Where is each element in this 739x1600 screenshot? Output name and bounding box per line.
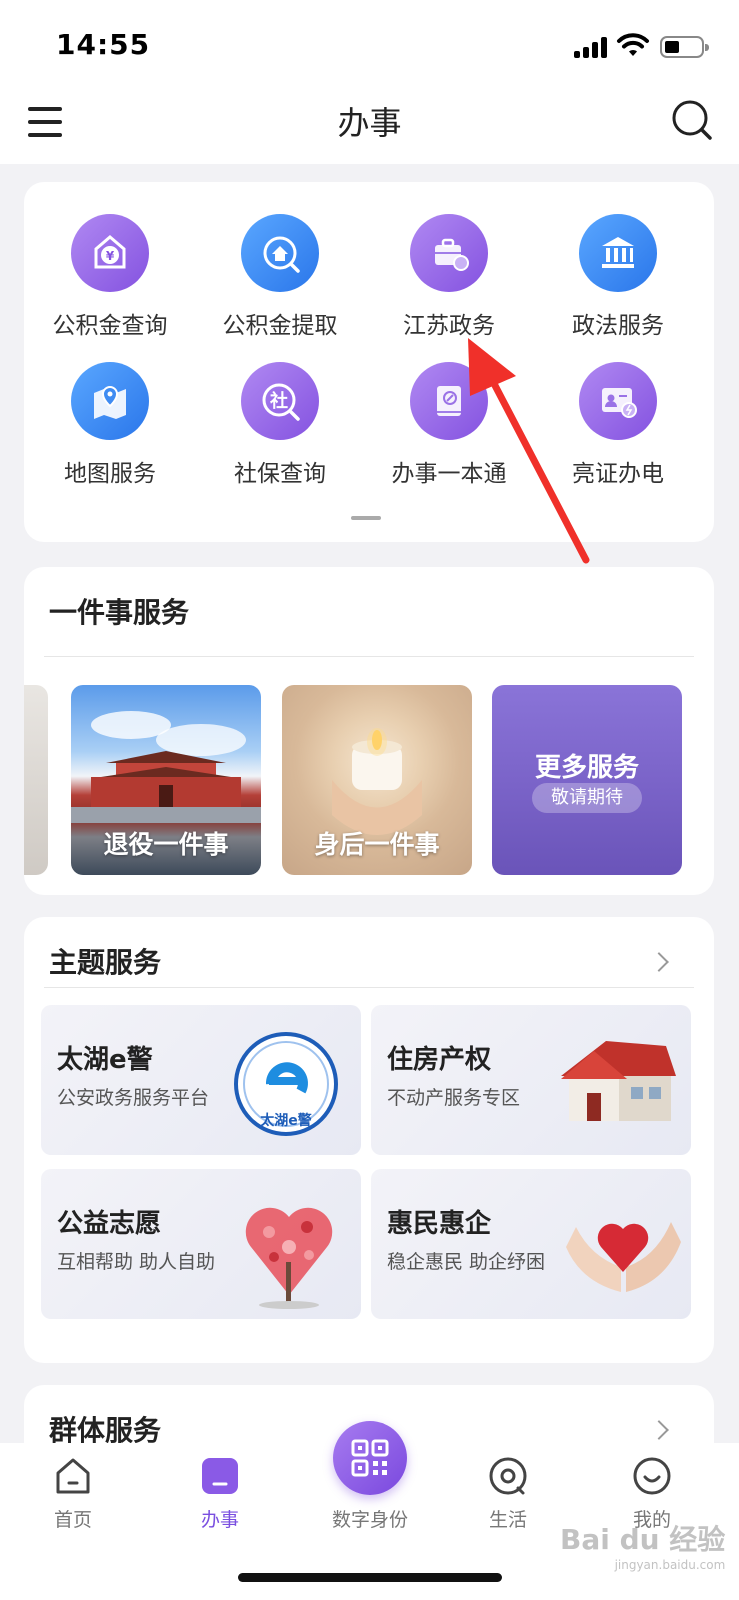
tab-label: 数字身份 [331,1509,408,1531]
tile-partial[interactable] [24,685,48,875]
grid-item-social-security[interactable]: 社 社保查询 [194,354,366,494]
courthouse-icon [579,214,657,292]
theme-tile-subtitle: 互相帮助 助人自助 [57,1251,216,1273]
taihu-police-badge-icon: 太湖e警 [234,1032,338,1136]
status-time: 14:55 [56,28,151,61]
heart-tree-icon [245,1207,333,1309]
tab-home[interactable]: 首页 [23,1455,123,1532]
tile-veteran-affairs[interactable]: 退役一件事 [71,685,261,875]
quick-services-card: ¥ 公积金查询 公积金提取 江苏政务 政法服务 地图服务 社 社保查询 办事一本… [24,182,714,542]
svg-text:社: 社 [270,390,288,412]
profile-smile-icon [633,1457,671,1495]
grid-item-label: 公积金查询 [52,313,168,339]
hands-heart-icon [566,1222,681,1292]
grid-item-jiangsu-gov[interactable]: 江苏政务 [363,206,535,346]
id-card-icon [579,362,657,440]
house-icon [561,1041,676,1121]
divider [44,656,694,657]
grid-item-map-service[interactable]: 地图服务 [24,354,196,494]
page-title: 办事 [337,104,402,142]
tab-digital-id[interactable] [333,1421,407,1495]
battery-icon [660,36,709,58]
fund-withdraw-icon [241,214,319,292]
one-thing-services-card: 一件事服务 退役一件事 身后一件事 更多服务 敬请期待 [24,567,714,895]
tile-more-services[interactable]: 更多服务 敬请期待 [492,685,682,875]
grid-item-fund-withdraw[interactable]: 公积金提取 [194,206,366,346]
svg-text:¥: ¥ [106,249,115,263]
grid-item-fund-query[interactable]: ¥ 公积金查询 [24,206,196,346]
map-pin-icon [71,362,149,440]
grid-item-label: 江苏政务 [403,313,495,339]
grid-item-service-guide[interactable]: 办事一本通 [363,354,535,494]
theme-tile-benefit-people[interactable]: 惠民惠企 稳企惠民 助企纾困 [371,1169,691,1319]
theme-tile-housing-property[interactable]: 住房产权 不动产服务专区 [371,1005,691,1155]
theme-tile-subtitle: 稳企惠民 助企纾困 [387,1251,546,1273]
tab-label: 生活 [488,1509,527,1531]
divider [44,987,694,988]
grid-item-label: 地图服务 [64,461,156,487]
theme-services-card: 主题服务 太湖e警 公安政务服务平台 太湖e警 住房产权 不动产服务专区 公益志… [24,917,714,1363]
grid-item-label: 亮证办电 [572,461,664,487]
top-header: 办事 [0,90,739,164]
social-security-icon: 社 [241,362,319,440]
chevron-right-icon[interactable] [649,1420,669,1440]
tab-tasks[interactable]: 办事 [170,1455,270,1532]
theme-tile-subtitle: 不动产服务专区 [387,1087,521,1109]
tile-posthumous-affairs[interactable]: 身后一件事 [282,685,472,875]
home-indicator [238,1573,502,1582]
tile-label: 身后一件事 [314,830,440,859]
page-indicator [351,516,381,520]
home-icon [56,1458,90,1494]
theme-tile-title: 公益志愿 [57,1209,162,1239]
grid-item-label: 政法服务 [572,313,664,339]
tab-life[interactable]: 生活 [458,1455,558,1532]
theme-tile-subtitle: 公安政务服务平台 [57,1087,210,1109]
theme-tile-title: 太湖e警 [57,1045,153,1075]
more-services-title: 更多服务 [534,753,639,783]
briefcase-icon [410,214,488,292]
baidu-watermark: Bai du 经验 jingyan.baidu.com [560,1518,725,1572]
wifi-icon [617,33,649,56]
section-title: 主题服务 [49,946,162,979]
section-title: 一件事服务 [49,596,190,629]
theme-tile-title: 住房产权 [387,1045,492,1075]
tile-label: 退役一件事 [103,830,229,859]
chevron-right-icon[interactable] [649,952,669,972]
qr-code-icon [351,1439,389,1477]
grid-item-label: 社保查询 [234,461,326,487]
life-icon [489,1457,527,1495]
grid-item-legal-service[interactable]: 政法服务 [532,206,704,346]
coming-soon-pill: 敬请期待 [532,783,642,813]
grid-item-show-id[interactable]: 亮证办电 [532,354,704,494]
theme-tile-volunteer[interactable]: 公益志愿 互相帮助 助人自助 [41,1169,361,1319]
tab-label: 首页 [53,1509,92,1531]
cellular-signal-icon [574,36,610,58]
guide-book-icon [410,362,488,440]
watermark-brand: Bai du 经验 [560,1523,726,1556]
grid-item-label: 办事一本通 [391,461,507,487]
theme-tile-taihu-police[interactable]: 太湖e警 公安政务服务平台 太湖e警 [41,1005,361,1155]
status-bar: 14:55 [0,0,739,90]
tab-label: 办事 [200,1509,239,1531]
grid-item-label: 公积金提取 [222,313,338,339]
badge-text: 太湖e警 [260,1112,312,1129]
search-icon[interactable] [670,98,714,142]
theme-tile-title: 惠民惠企 [387,1209,492,1239]
tasks-icon [202,1458,238,1494]
watermark-url: jingyan.baidu.com [614,1558,726,1572]
fund-query-icon: ¥ [71,214,149,292]
